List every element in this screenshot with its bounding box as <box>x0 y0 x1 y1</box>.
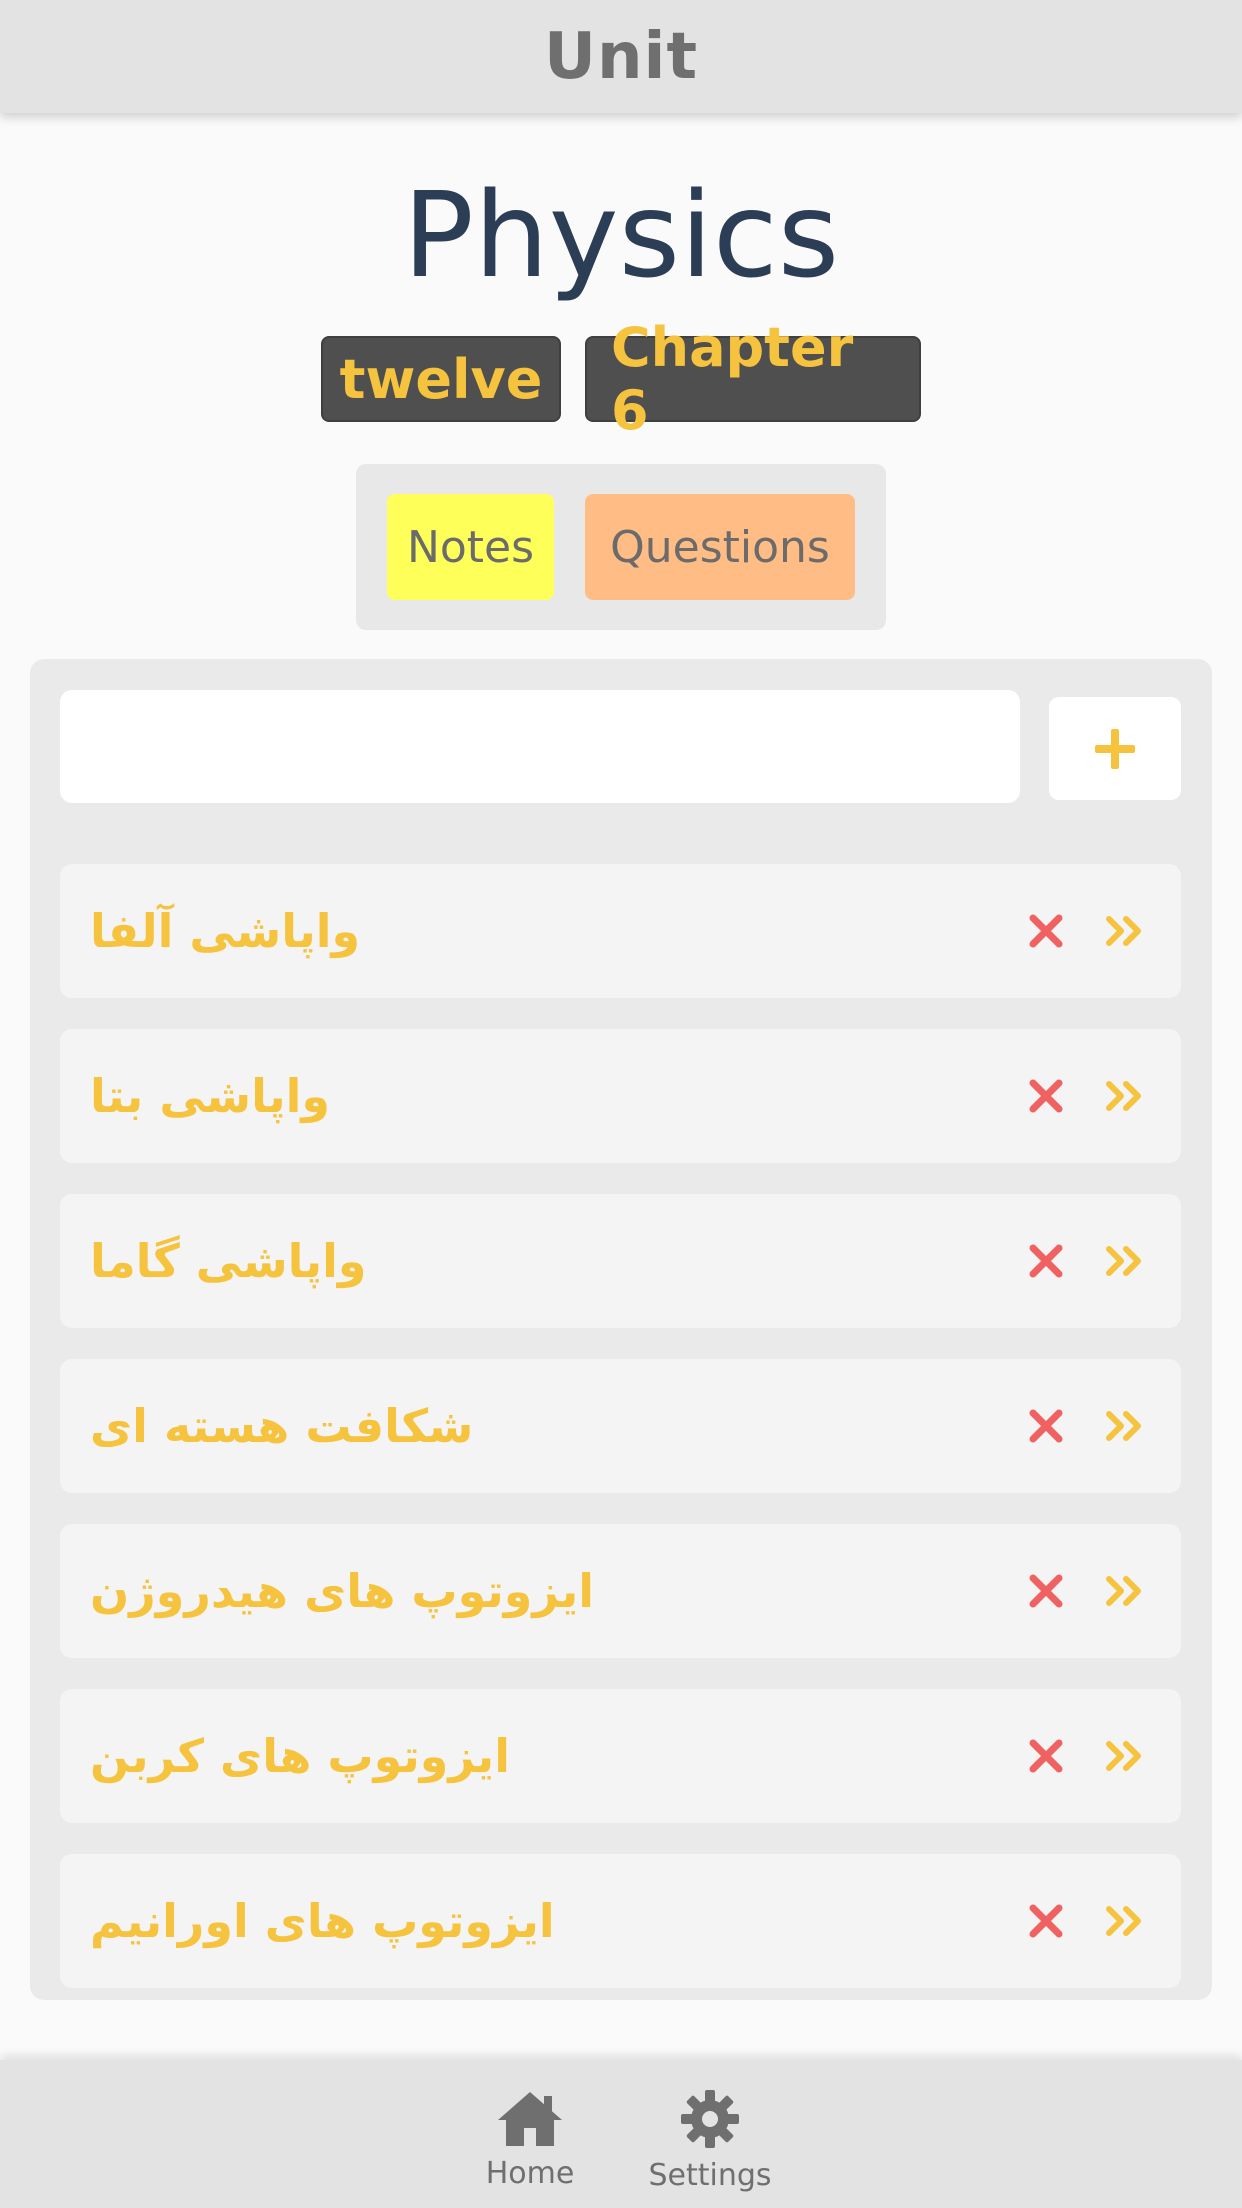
close-icon <box>1029 1409 1063 1443</box>
list-item[interactable]: واپاشی بتا <box>60 1029 1181 1163</box>
tab-questions[interactable]: Questions <box>585 494 855 600</box>
list-item[interactable]: واپاشی گاما <box>60 1194 1181 1328</box>
open-button[interactable] <box>1095 864 1155 998</box>
close-icon <box>1029 1574 1063 1608</box>
list-item[interactable]: واپاشی آلفا <box>60 864 1181 998</box>
item-title[interactable]: ایزوتوپ های کربن <box>90 1689 510 1823</box>
delete-button[interactable] <box>1016 1689 1076 1823</box>
delete-button[interactable] <box>1016 1194 1076 1328</box>
tab-notes[interactable]: Notes <box>387 494 554 600</box>
app-header: Unit <box>0 0 1242 113</box>
item-title[interactable]: ایزوتوپ های هیدروژن <box>90 1524 594 1658</box>
grade-badge: twelve <box>321 336 561 422</box>
close-icon <box>1029 1079 1063 1113</box>
header-title: Unit <box>543 19 699 94</box>
gear-icon <box>681 2090 739 2148</box>
list-item[interactable]: ایزوتوپ های اورانیم <box>60 1854 1181 1988</box>
double-chevron-right-icon <box>1106 1246 1141 1276</box>
delete-button[interactable] <box>1016 1524 1076 1658</box>
home-icon <box>498 2092 562 2146</box>
notes-panel: واپاشی آلفا واپاشی بتا واپاشی گاما شکافت… <box>30 659 1212 2000</box>
tabs-bar: Notes Questions <box>356 464 886 630</box>
subject-title: Physics <box>402 166 840 304</box>
item-title[interactable]: واپاشی گاما <box>90 1194 366 1328</box>
item-title[interactable]: واپاشی بتا <box>90 1029 330 1163</box>
open-button[interactable] <box>1095 1194 1155 1328</box>
nav-settings[interactable]: Settings <box>640 2060 780 2208</box>
close-icon <box>1029 1739 1063 1773</box>
nav-home[interactable]: Home <box>480 2060 580 2208</box>
subject-badges: twelve Chapter 6 <box>0 316 1242 442</box>
app-root: Unit Physics twelve Chapter 6 Notes Ques… <box>0 0 1242 2208</box>
open-button[interactable] <box>1095 1029 1155 1163</box>
open-button[interactable] <box>1095 1689 1155 1823</box>
bottom-nav: Home Settings <box>0 2060 1242 2208</box>
double-chevron-right-icon <box>1106 1741 1141 1771</box>
open-button[interactable] <box>1095 1359 1155 1493</box>
delete-button[interactable] <box>1016 1359 1076 1493</box>
plus-icon <box>1095 728 1135 769</box>
add-note-button[interactable] <box>1049 697 1181 800</box>
item-title[interactable]: واپاشی آلفا <box>90 864 360 998</box>
list-item[interactable]: شکافت هسته ای <box>60 1359 1181 1493</box>
notes-list: واپاشی آلفا واپاشی بتا واپاشی گاما شکافت… <box>60 864 1181 2019</box>
delete-button[interactable] <box>1016 1854 1076 1988</box>
close-icon <box>1029 914 1063 948</box>
item-title[interactable]: شکافت هسته ای <box>90 1359 473 1493</box>
delete-button[interactable] <box>1016 864 1076 998</box>
double-chevron-right-icon <box>1106 1576 1141 1606</box>
double-chevron-right-icon <box>1106 1906 1141 1936</box>
new-note-input[interactable] <box>60 690 1020 803</box>
open-button[interactable] <box>1095 1854 1155 1988</box>
double-chevron-right-icon <box>1106 1411 1141 1441</box>
delete-button[interactable] <box>1016 1029 1076 1163</box>
close-icon <box>1029 1904 1063 1938</box>
list-item[interactable]: ایزوتوپ های کربن <box>60 1689 1181 1823</box>
list-item[interactable]: ایزوتوپ های هیدروژن <box>60 1524 1181 1658</box>
close-icon <box>1029 1244 1063 1278</box>
nav-home-label: Home <box>485 2156 575 2191</box>
double-chevron-right-icon <box>1106 916 1141 946</box>
item-title[interactable]: ایزوتوپ های اورانیم <box>90 1854 555 1988</box>
double-chevron-right-icon <box>1106 1081 1141 1111</box>
open-button[interactable] <box>1095 1524 1155 1658</box>
chapter-badge: Chapter 6 <box>585 316 921 442</box>
nav-settings-label: Settings <box>648 2158 772 2193</box>
